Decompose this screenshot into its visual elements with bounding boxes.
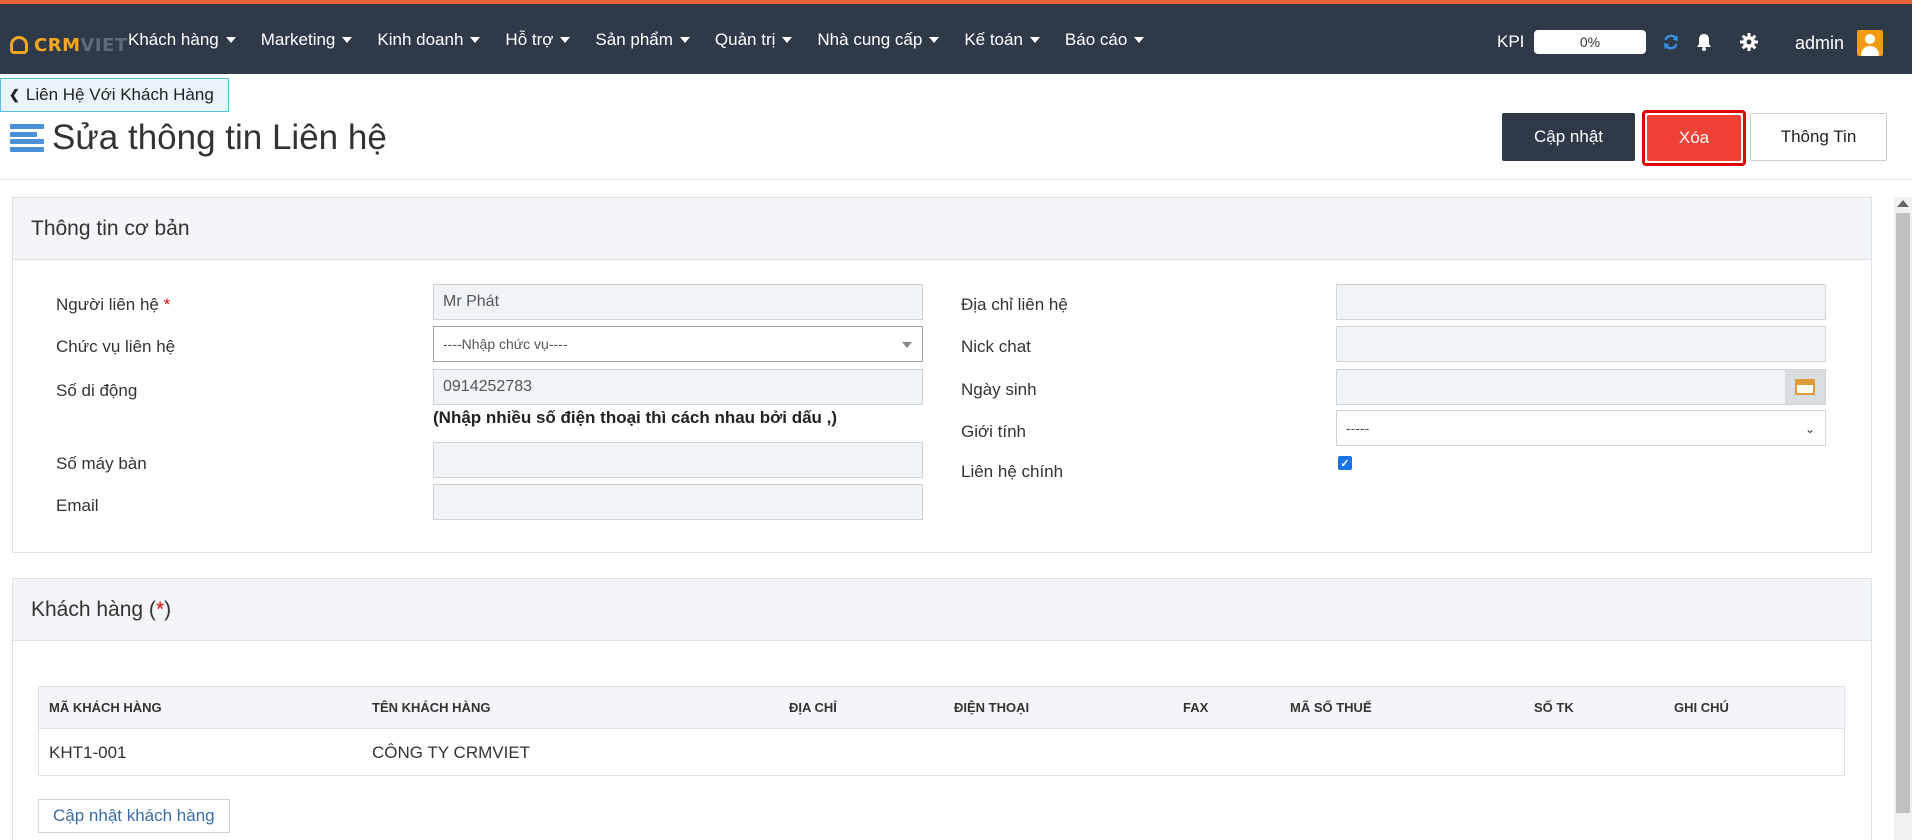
calendar-button[interactable] — [1785, 370, 1825, 404]
top-navbar: CRM VIET Khách hàng Marketing Kinh doanh … — [0, 0, 1912, 74]
gear-icon[interactable] — [1737, 30, 1761, 54]
menu-san-pham[interactable]: Sản phẩm — [595, 30, 690, 50]
page-header: Sửa thông tin Liên hệ — [10, 118, 387, 158]
gender-select[interactable]: ----- ⌄ — [1336, 410, 1826, 446]
col-tax-code[interactable]: Mã số thuế — [1290, 700, 1372, 715]
birthday-input[interactable] — [1336, 369, 1826, 405]
kpi-label: KPI — [1497, 32, 1525, 51]
basic-info-panel: Thông tin cơ bản Người liên hệ * Mr Phát… — [12, 197, 1872, 553]
scroll-up-arrow-icon[interactable] — [1897, 200, 1909, 207]
update-customers-button[interactable]: Cập nhật khách hàng — [38, 799, 230, 833]
page-title: Sửa thông tin Liên hệ — [52, 118, 387, 157]
cell-customer-name: CÔNG TY CRMVIET — [372, 743, 531, 762]
avatar[interactable] — [1857, 30, 1883, 56]
caret-down-icon — [225, 37, 236, 43]
logo-icon — [10, 36, 28, 54]
cell-customer-code: KHT1-001 — [49, 743, 127, 762]
menu-marketing[interactable]: Marketing — [261, 30, 353, 50]
caret-down-icon — [679, 37, 690, 43]
nick-chat-input[interactable] — [1336, 326, 1826, 362]
kpi-progress: 0% — [1534, 30, 1646, 54]
col-account-number[interactable]: Số TK — [1534, 700, 1574, 715]
caret-down-icon — [560, 37, 571, 43]
menu-list-icon — [10, 124, 44, 152]
table-header: Mã khách hàng Tên khách hàng Địa chỉ Điệ… — [39, 687, 1844, 729]
info-button[interactable]: Thông Tin — [1750, 113, 1887, 161]
menu-khach-hang[interactable]: Khách hàng — [128, 30, 236, 50]
primary-contact-label: Liên hệ chính — [961, 462, 1064, 481]
contact-person-label: Người liên hệ * — [56, 295, 171, 314]
mobile-label: Số di động — [56, 381, 138, 400]
caret-down-icon — [1029, 37, 1040, 43]
caret-down-icon — [782, 37, 793, 43]
mobile-input[interactable]: 0914252783 — [433, 369, 923, 405]
menu-ke-toan[interactable]: Kế toán — [964, 30, 1040, 50]
menu-quan-tri[interactable]: Quản trị — [715, 30, 793, 50]
delete-button-highlight: Xóa — [1642, 110, 1746, 166]
scrollbar-thumb[interactable] — [1896, 213, 1910, 813]
position-label: Chức vụ liên hệ — [56, 337, 176, 356]
caret-down-icon — [1134, 37, 1145, 43]
mobile-hint: (Nhập nhiều số điện thoại thì cách nhau … — [433, 408, 838, 427]
customers-table: Mã khách hàng Tên khách hàng Địa chỉ Điệ… — [38, 686, 1845, 776]
user-name[interactable]: admin — [1795, 33, 1844, 54]
update-button[interactable]: Cập nhật — [1502, 113, 1635, 161]
chevron-left-icon: ❮ — [9, 87, 20, 102]
caret-down-icon — [470, 37, 481, 43]
chevron-down-icon: ⌄ — [1804, 422, 1815, 436]
col-phone[interactable]: Điện thoại — [954, 700, 1029, 715]
app-logo[interactable]: CRM VIET — [10, 34, 128, 56]
menu-bao-cao[interactable]: Báo cáo — [1065, 30, 1145, 50]
email-label: Email — [56, 496, 99, 515]
col-note[interactable]: Ghi chú — [1674, 700, 1729, 715]
table-row[interactable]: KHT1-001 CÔNG TY CRMVIET — [39, 729, 1844, 775]
caret-down-icon — [902, 342, 912, 348]
menu-nha-cung-cap[interactable]: Nhà cung cấp — [817, 30, 940, 50]
col-customer-code[interactable]: Mã khách hàng — [49, 700, 162, 715]
basic-info-heading: Thông tin cơ bản — [13, 198, 1871, 260]
bell-icon[interactable] — [1692, 30, 1716, 54]
caret-down-icon — [342, 37, 353, 43]
gender-label: Giới tính — [961, 422, 1027, 441]
contact-person-input[interactable]: Mr Phát — [433, 284, 923, 320]
back-link[interactable]: ❮ Liên Hệ Với Khách Hàng — [0, 78, 229, 112]
customers-heading: Khách hàng (*) — [13, 579, 1871, 641]
col-fax[interactable]: Fax — [1183, 700, 1208, 715]
caret-down-icon — [929, 37, 940, 43]
col-customer-name[interactable]: Tên khách hàng — [372, 700, 490, 715]
header-divider — [0, 179, 1912, 180]
desk-phone-label: Số máy bàn — [56, 454, 147, 473]
nick-chat-label: Nick chat — [961, 337, 1031, 356]
main-menu: Khách hàng Marketing Kinh doanh Hỗ trợ S… — [128, 30, 1169, 50]
email-input[interactable] — [433, 484, 923, 520]
col-address[interactable]: Địa chỉ — [789, 700, 837, 715]
address-label: Địa chỉ liên hệ — [961, 295, 1068, 314]
position-select[interactable]: ----Nhập chức vụ---- — [433, 326, 923, 362]
address-input[interactable] — [1336, 284, 1826, 320]
menu-kinh-doanh[interactable]: Kinh doanh — [377, 30, 481, 50]
refresh-icon[interactable] — [1659, 30, 1683, 54]
menu-ho-tro[interactable]: Hỗ trợ — [505, 30, 571, 50]
delete-button[interactable]: Xóa — [1647, 115, 1741, 161]
primary-contact-checkbox[interactable]: ✓ — [1338, 456, 1352, 470]
calendar-icon — [1795, 379, 1815, 395]
birthday-label: Ngày sinh — [961, 380, 1037, 399]
desk-phone-input[interactable] — [433, 442, 923, 478]
